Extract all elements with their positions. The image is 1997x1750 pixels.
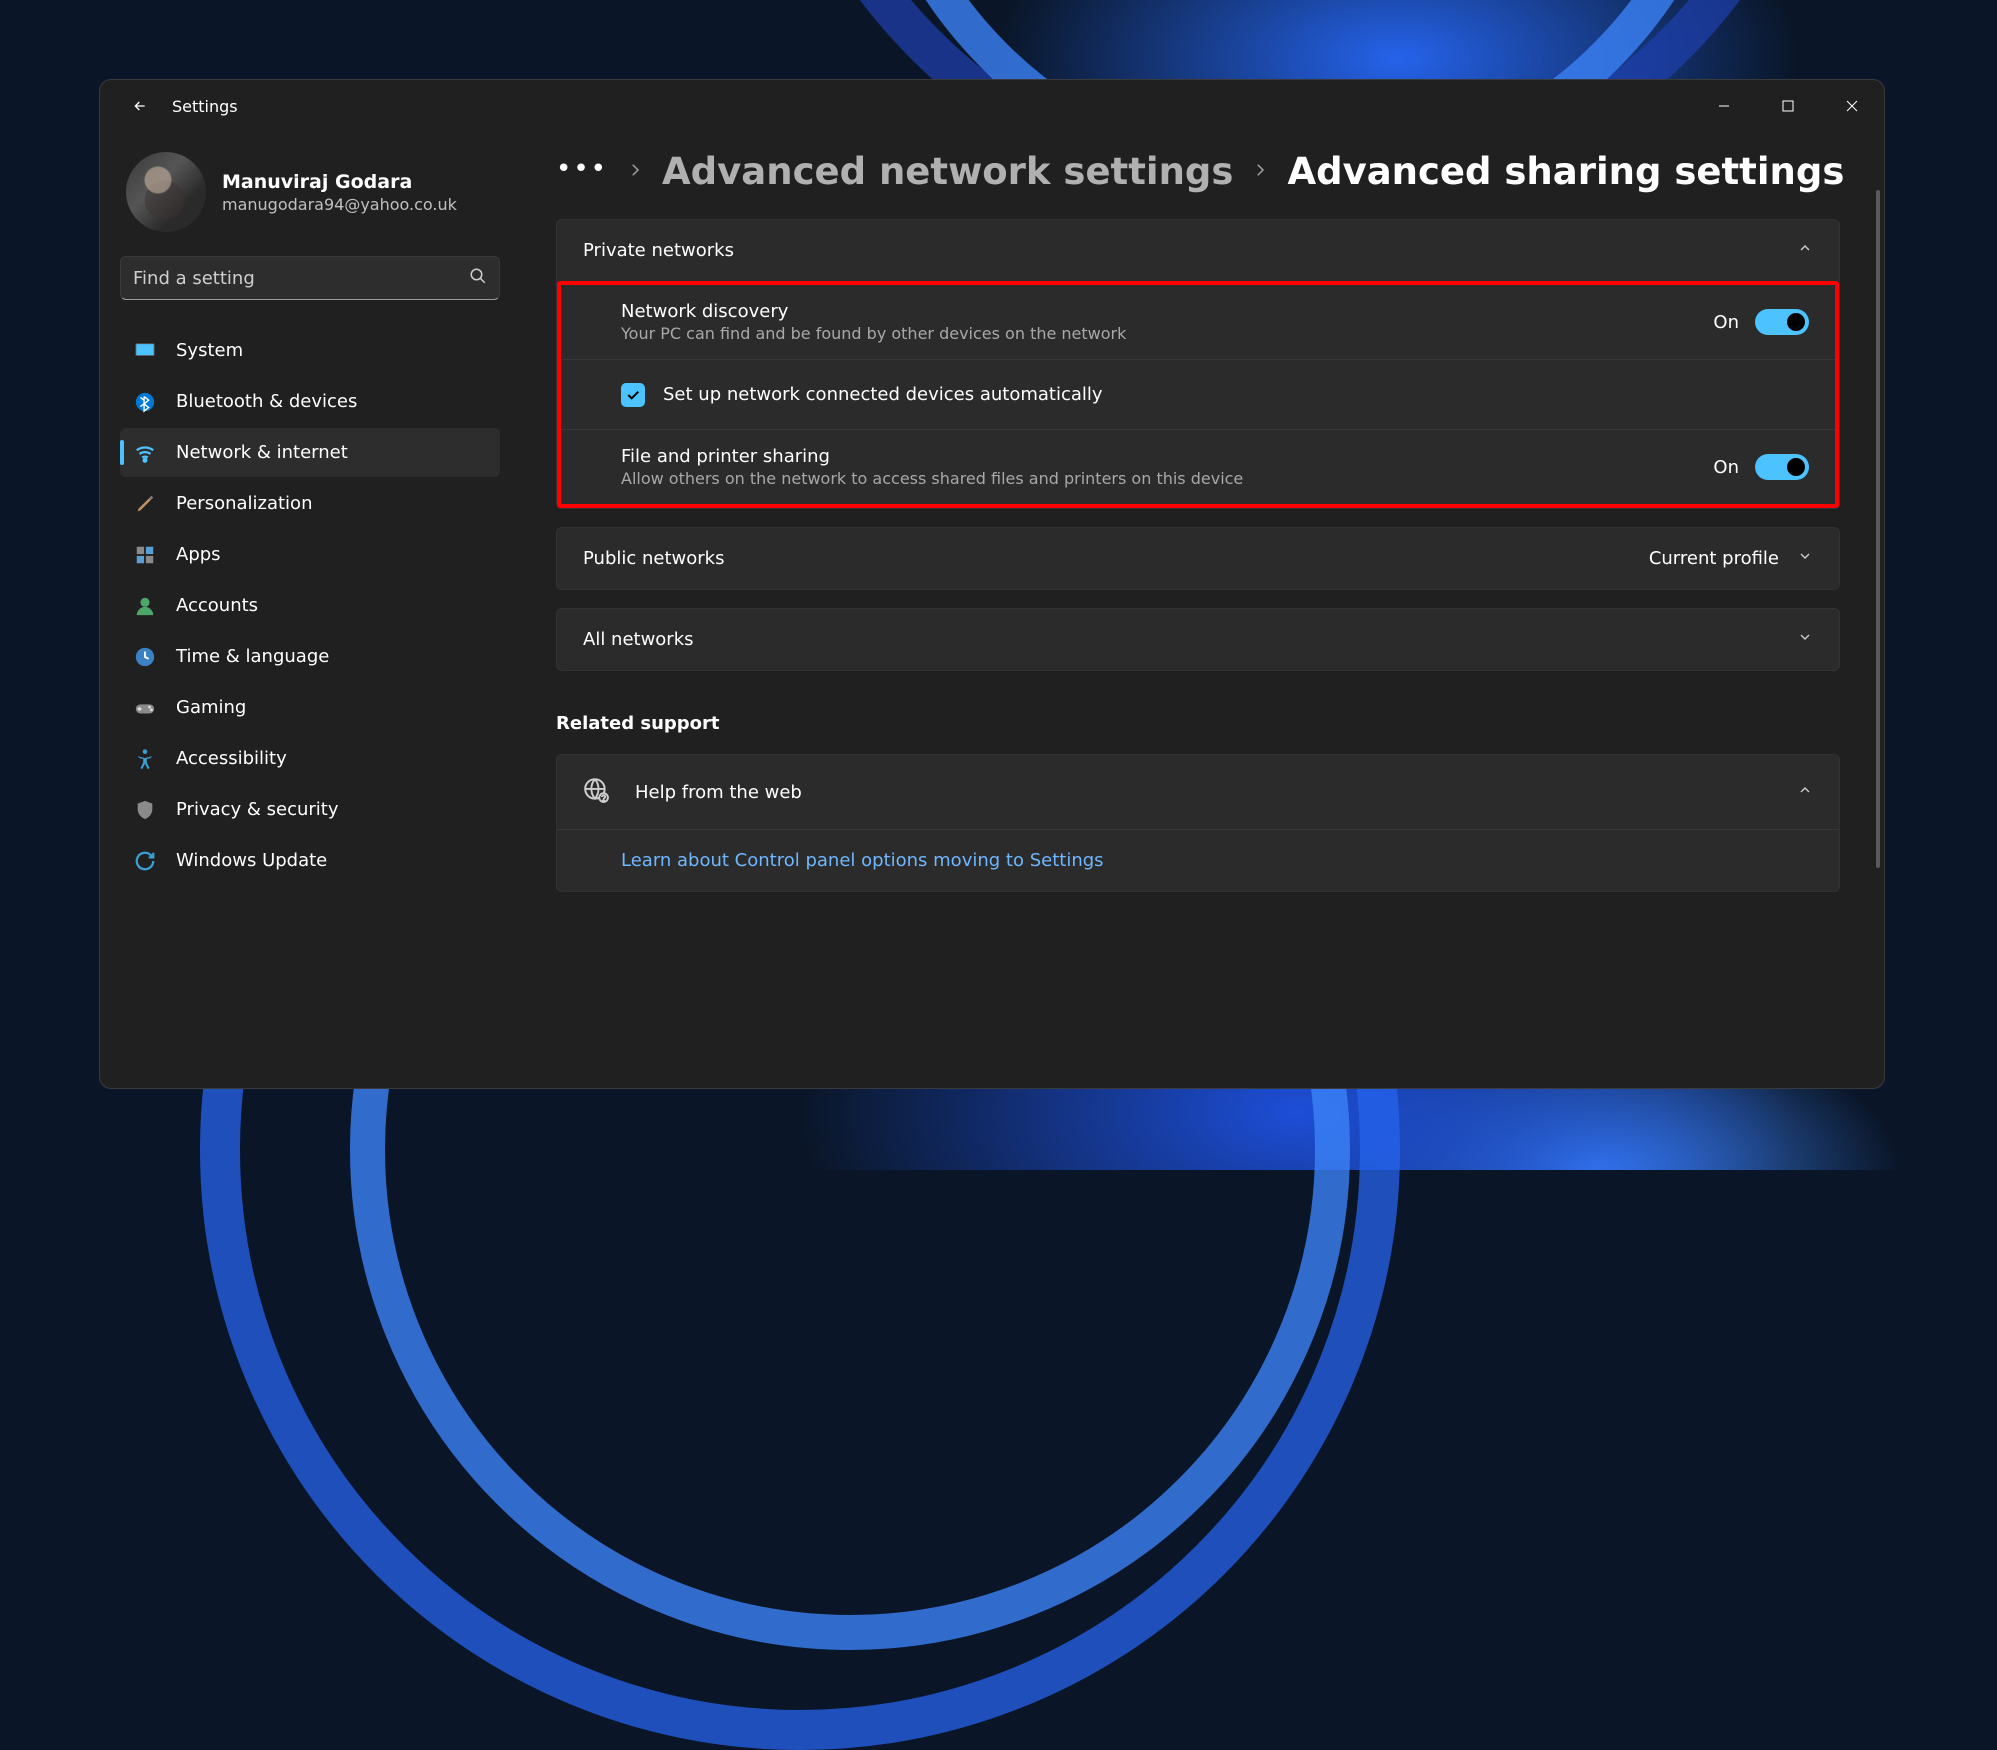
user-block[interactable]: Manuviraj Godara manugodara94@yahoo.co.u… xyxy=(120,144,500,250)
nav-apps[interactable]: Apps xyxy=(120,530,500,579)
chevron-up-icon xyxy=(1797,240,1813,261)
breadcrumb-more-icon[interactable]: ••• xyxy=(556,154,608,190)
breadcrumb: ••• Advanced network settings Advanced s… xyxy=(556,150,1870,193)
network-discovery-toggle[interactable] xyxy=(1755,309,1809,335)
section-title: Public networks xyxy=(583,548,724,569)
user-email: manugodara94@yahoo.co.uk xyxy=(222,195,457,214)
apps-icon xyxy=(134,544,156,566)
file-sharing-toggle[interactable] xyxy=(1755,454,1809,480)
toggle-state: On xyxy=(1713,457,1739,478)
sidebar: Manuviraj Godara manugodara94@yahoo.co.u… xyxy=(100,132,520,1088)
paintbrush-icon xyxy=(134,493,156,515)
close-button[interactable] xyxy=(1820,80,1884,132)
auto-setup-checkbox[interactable] xyxy=(621,383,645,407)
nav-bluetooth[interactable]: Bluetooth & devices xyxy=(120,377,500,426)
nav-label: Accounts xyxy=(176,595,258,616)
auto-setup-row[interactable]: Set up network connected devices automat… xyxy=(561,359,1835,429)
help-link[interactable]: Learn about Control panel options moving… xyxy=(621,850,1104,871)
nav-label: Time & language xyxy=(176,646,329,667)
avatar xyxy=(126,152,206,232)
public-networks-card[interactable]: Public networks Current profile xyxy=(556,527,1840,590)
related-support-heading: Related support xyxy=(556,713,1840,734)
nav-update[interactable]: Windows Update xyxy=(120,836,500,885)
user-name: Manuviraj Godara xyxy=(222,171,457,193)
setting-subtitle: Allow others on the network to access sh… xyxy=(621,469,1243,488)
toggle-state: On xyxy=(1713,312,1739,333)
current-profile-badge: Current profile xyxy=(1649,548,1779,569)
private-networks-header[interactable]: Private networks xyxy=(557,220,1839,281)
main-content: ••• Advanced network settings Advanced s… xyxy=(520,132,1884,1088)
highlight-annotation: Network discovery Your PC can find and b… xyxy=(557,281,1839,508)
nav-label: Accessibility xyxy=(176,748,287,769)
minimize-button[interactable] xyxy=(1692,80,1756,132)
chevron-right-icon xyxy=(626,161,644,183)
wifi-icon xyxy=(134,442,156,464)
file-sharing-row: File and printer sharing Allow others on… xyxy=(561,429,1835,504)
display-icon xyxy=(134,340,156,362)
search-input[interactable] xyxy=(133,268,469,289)
search-box[interactable] xyxy=(120,256,500,300)
network-discovery-row: Network discovery Your PC can find and b… xyxy=(561,285,1835,359)
all-networks-card[interactable]: All networks xyxy=(556,608,1840,671)
titlebar: Settings xyxy=(100,80,1884,132)
maximize-button[interactable] xyxy=(1756,80,1820,132)
search-icon xyxy=(469,267,487,289)
accessibility-icon xyxy=(134,748,156,770)
chevron-up-icon xyxy=(1797,783,1813,802)
setting-subtitle: Your PC can find and be found by other d… xyxy=(621,324,1126,343)
gamepad-icon xyxy=(134,697,156,719)
bluetooth-icon xyxy=(134,391,156,413)
nav-time[interactable]: Time & language xyxy=(120,632,500,681)
nav-personalization[interactable]: Personalization xyxy=(120,479,500,528)
nav-accounts[interactable]: Accounts xyxy=(120,581,500,630)
section-title: All networks xyxy=(583,629,694,650)
nav-label: Network & internet xyxy=(176,442,348,463)
nav-gaming[interactable]: Gaming xyxy=(120,683,500,732)
window-controls xyxy=(1692,80,1884,132)
update-icon xyxy=(134,850,156,872)
nav-label: Gaming xyxy=(176,697,246,718)
nav-label: Bluetooth & devices xyxy=(176,391,357,412)
checkbox-label: Set up network connected devices automat… xyxy=(663,384,1103,405)
shield-icon xyxy=(134,799,156,821)
clock-icon xyxy=(134,646,156,668)
app-title: Settings xyxy=(172,97,238,116)
nav-label: Windows Update xyxy=(176,850,327,871)
nav-label: Privacy & security xyxy=(176,799,339,820)
section-title: Private networks xyxy=(583,240,734,261)
back-button[interactable] xyxy=(120,86,160,126)
nav-label: Apps xyxy=(176,544,221,565)
nav-privacy[interactable]: Privacy & security xyxy=(120,785,500,834)
breadcrumb-parent[interactable]: Advanced network settings xyxy=(662,150,1233,193)
nav-system[interactable]: System xyxy=(120,326,500,375)
nav-label: System xyxy=(176,340,243,361)
private-networks-card: Private networks Network discovery Your … xyxy=(556,219,1840,509)
nav-label: Personalization xyxy=(176,493,312,514)
setting-title: File and printer sharing xyxy=(621,446,1243,467)
nav-network[interactable]: Network & internet xyxy=(120,428,500,477)
nav-list: System Bluetooth & devices Network & int… xyxy=(120,326,500,885)
chevron-right-icon xyxy=(1251,161,1269,183)
settings-window: Settings Manuviraj Godara manugodara94@y… xyxy=(99,79,1885,1089)
chevron-down-icon xyxy=(1797,629,1813,650)
help-title: Help from the web xyxy=(635,782,802,803)
help-header[interactable]: Help from the web xyxy=(557,755,1839,829)
help-link-row[interactable]: Learn about Control panel options moving… xyxy=(557,829,1839,891)
scrollbar[interactable] xyxy=(1876,190,1880,868)
page-title: Advanced sharing settings xyxy=(1287,150,1844,193)
nav-accessibility[interactable]: Accessibility xyxy=(120,734,500,783)
setting-title: Network discovery xyxy=(621,301,1126,322)
globe-help-icon xyxy=(583,777,609,807)
chevron-down-icon xyxy=(1797,548,1813,569)
help-card: Help from the web Learn about Control pa… xyxy=(556,754,1840,892)
person-icon xyxy=(134,595,156,617)
